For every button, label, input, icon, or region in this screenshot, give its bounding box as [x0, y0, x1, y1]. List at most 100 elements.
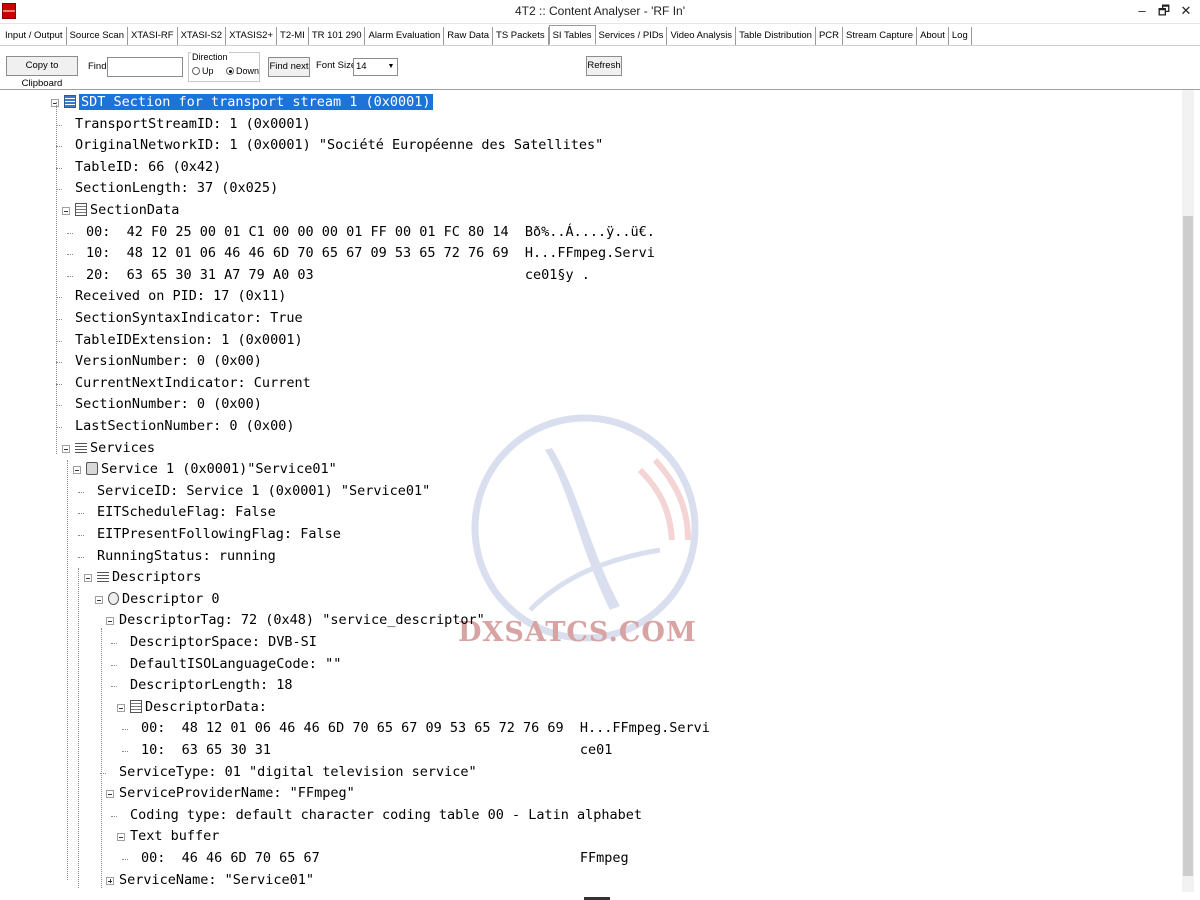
tab-stream-capture[interactable]: Stream Capture — [843, 27, 918, 45]
tree-node[interactable]: SDT Section for transport stream 1 (0x00… — [51, 92, 433, 113]
tree-leaf[interactable]: 00: 46 46 6D 70 65 67 FFmpeg — [141, 848, 629, 869]
find-next-button[interactable]: Find next — [268, 57, 310, 77]
font-size-select[interactable]: 14 ▼ — [353, 58, 398, 76]
direction-group: Direction Up Down — [188, 52, 260, 82]
tree-leaf[interactable]: RunningStatus: running — [97, 546, 276, 567]
tree-node[interactable]: Descriptors — [84, 567, 201, 588]
tree-node-label: TransportStreamID: 1 (0x0001) — [75, 115, 311, 132]
expand-icon[interactable] — [106, 876, 114, 885]
tree-node-label: DefaultISOLanguageCode: "" — [130, 655, 342, 672]
tree-leaf[interactable]: LastSectionNumber: 0 (0x00) — [75, 416, 294, 437]
tree-connector — [111, 664, 117, 666]
tree-node[interactable]: DescriptorData: — [117, 697, 267, 718]
tree-node-label: DescriptorData: — [145, 698, 267, 715]
tree-leaf[interactable]: 10: 63 65 30 31 ce01 — [141, 740, 612, 761]
direction-up-radio[interactable] — [192, 67, 200, 75]
tree-connector — [78, 535, 84, 536]
copy-to-clipboard-button[interactable]: Copy to Clipboard — [6, 56, 78, 89]
tree-leaf[interactable]: VersionNumber: 0 (0x00) — [75, 351, 262, 372]
tree-leaf[interactable]: SectionLength: 37 (0x025) — [75, 178, 278, 199]
direction-down-radio[interactable] — [226, 67, 234, 75]
scrollbar-thumb[interactable] — [1183, 216, 1193, 876]
tree-leaf[interactable]: SectionNumber: 0 (0x00) — [75, 394, 262, 415]
tab-ts-packets[interactable]: TS Packets — [493, 27, 549, 45]
tree-guide-line — [101, 628, 102, 888]
tree-leaf[interactable]: DescriptorLength: 18 — [130, 675, 293, 696]
tree-scrollbar[interactable] — [1182, 90, 1194, 892]
tree-leaf[interactable]: OriginalNetworkID: 1 (0x0001) "Société E… — [75, 135, 603, 156]
tree-leaf[interactable]: SectionSyntaxIndicator: True — [75, 308, 303, 329]
tree-connector — [78, 513, 84, 515]
tab-xtasi-rf[interactable]: XTASI-RF — [128, 27, 178, 45]
minimize-button[interactable]: – — [1131, 2, 1153, 20]
tree-leaf[interactable]: CurrentNextIndicator: Current — [75, 373, 311, 394]
close-button[interactable]: ✕ — [1175, 2, 1197, 20]
tab-raw-data[interactable]: Raw Data — [444, 27, 494, 45]
find-input[interactable] — [107, 57, 183, 77]
tree-leaf[interactable]: 10: 48 12 01 06 46 46 6D 70 65 67 09 53 … — [86, 243, 655, 264]
tree-leaf[interactable]: TableIDExtension: 1 (0x0001) — [75, 330, 303, 351]
tab-xtasis2[interactable]: XTASIS2+ — [226, 27, 278, 45]
collapse-icon[interactable] — [51, 99, 59, 107]
tab-services-pids[interactable]: Services / PIDs — [596, 27, 668, 45]
tree-connector — [111, 643, 117, 644]
tree-connector — [78, 556, 84, 558]
tab-xtasi-s2[interactable]: XTASI-S2 — [178, 27, 227, 45]
tab-about[interactable]: About — [917, 27, 949, 45]
tab-tr-101-290[interactable]: TR 101 290 — [309, 27, 366, 45]
tree-node[interactable]: ServiceProviderName: "FFmpeg" — [106, 783, 355, 804]
tree-leaf[interactable]: TableID: 66 (0x42) — [75, 157, 221, 178]
tree-leaf[interactable]: EITPresentFollowingFlag: False — [97, 524, 341, 545]
title-bar: 4T2 :: Content Analyser - 'RF In' – 🗗 ✕ — [0, 0, 1200, 24]
restore-button[interactable]: 🗗 — [1153, 2, 1175, 20]
tab-t2-mi[interactable]: T2-MI — [277, 27, 309, 45]
tree-node-label: Descriptor 0 — [122, 590, 220, 607]
tree-node-label: Service 1 (0x0001)"Service01" — [101, 461, 337, 478]
tree-node[interactable]: ServiceName: "Service01" — [106, 870, 314, 891]
collapse-icon[interactable] — [95, 595, 103, 604]
tree-node[interactable]: SectionData — [62, 200, 179, 221]
si-table-tree[interactable]: DXSATCS.COM SDT Section for transport st… — [0, 89, 1200, 900]
tree-leaf[interactable]: 00: 48 12 01 06 46 46 6D 70 65 67 09 53 … — [141, 718, 710, 739]
collapse-icon[interactable] — [62, 444, 70, 453]
tree-node[interactable]: Text buffer — [117, 826, 219, 847]
tab-video-analysis[interactable]: Video Analysis — [667, 27, 737, 45]
tree-connector — [111, 686, 117, 688]
tree-node[interactable]: Services — [62, 438, 155, 459]
tree-node-label: VersionNumber: 0 (0x00) — [75, 353, 262, 370]
tab-log[interactable]: Log — [949, 27, 972, 45]
tree-leaf[interactable]: ServiceType: 01 "digital television serv… — [119, 762, 477, 783]
collapse-icon[interactable] — [62, 207, 70, 215]
tree-connector — [122, 859, 128, 860]
tree-node-label: DescriptorSpace: DVB-SI — [130, 634, 317, 650]
collapse-icon[interactable] — [106, 790, 114, 799]
collapse-icon[interactable] — [73, 466, 81, 475]
collapse-icon[interactable] — [106, 617, 114, 626]
tree-leaf[interactable]: 00: 42 F0 25 00 01 C1 00 00 00 01 FF 00 … — [86, 222, 655, 243]
tab-si-tables[interactable]: SI Tables — [548, 25, 596, 45]
refresh-button[interactable]: Refresh — [586, 56, 622, 76]
tree-connector — [122, 729, 128, 731]
tree-leaf[interactable]: DefaultISOLanguageCode: "" — [130, 654, 341, 675]
tree-leaf[interactable]: DescriptorSpace: DVB-SI — [130, 632, 317, 653]
tree-node[interactable]: Service 1 (0x0001)"Service01" — [73, 459, 337, 480]
tree-leaf[interactable]: EITScheduleFlag: False — [97, 502, 276, 523]
tree-leaf[interactable]: Received on PID: 17 (0x11) — [75, 286, 286, 307]
collapse-icon[interactable] — [117, 703, 125, 712]
collapse-icon[interactable] — [84, 574, 92, 583]
collapse-icon[interactable] — [117, 833, 125, 842]
tree-leaf[interactable]: ServiceID: Service 1 (0x0001) "Service01… — [97, 481, 430, 502]
tree-node[interactable]: DescriptorTag: 72 (0x48) "service_descri… — [106, 610, 485, 631]
tree-node-label: ServiceType: 01 "digital television serv… — [119, 763, 477, 780]
tab-source-scan[interactable]: Source Scan — [67, 27, 128, 45]
tree-leaf[interactable]: Coding type: default character coding ta… — [130, 805, 642, 826]
tab-input-output[interactable]: Input / Output — [2, 27, 67, 45]
tree-node-label: EITScheduleFlag: False — [97, 504, 276, 521]
tab-alarm-evaluation[interactable]: Alarm Evaluation — [365, 27, 445, 45]
tree-leaf[interactable]: TransportStreamID: 1 (0x0001) — [75, 114, 311, 135]
tab-pcr[interactable]: PCR — [816, 27, 843, 45]
tree-node[interactable]: Descriptor 0 — [95, 589, 220, 610]
tree-leaf[interactable]: 20: 63 65 30 31 A7 79 A0 03 ce01§y . — [86, 265, 590, 286]
tab-table-distribution[interactable]: Table Distribution — [736, 27, 816, 45]
tree-node-label: Coding type: default character coding ta… — [130, 806, 643, 823]
